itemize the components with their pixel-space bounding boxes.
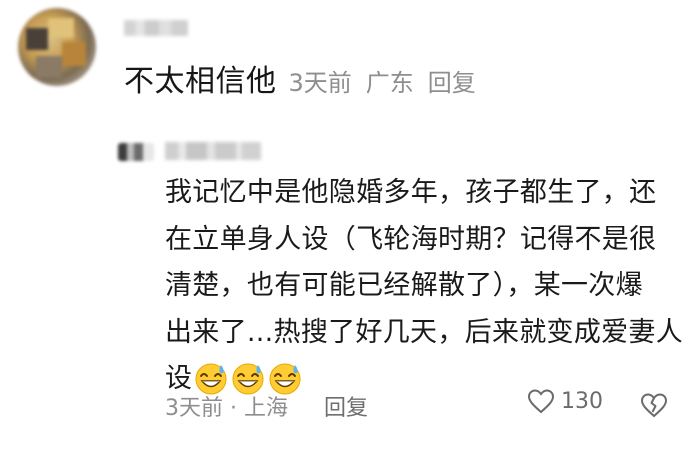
replier-name-blurred[interactable]	[165, 142, 261, 160]
reply-text: 我记忆中是他隐婚多年，孩子都生了，还 在立单身人设（飞轮海时期？记得不是很 清楚…	[165, 170, 684, 403]
replier-avatar[interactable]	[118, 143, 154, 161]
comment-text: 不太相信他	[124, 64, 277, 99]
main-comment: 不太相信他 3天前 广东 回复	[124, 56, 476, 99]
like-count: 130	[561, 388, 603, 414]
reply-line: 我记忆中是他隐婚多年，孩子都生了，还	[165, 177, 657, 208]
like-button[interactable]: 130	[527, 388, 603, 414]
comment-time: 3天前	[288, 69, 352, 97]
comment-location: 广东	[365, 69, 414, 97]
reply-line: 出来了...热搜了好几天，后来就变成爱妻人	[165, 316, 684, 348]
reply-line: 在立单身人设（飞轮海时期？记得不是很	[165, 223, 657, 255]
reply-time-location: 3天前 · 上海	[165, 396, 288, 421]
commenter-name-blurred[interactable]	[124, 20, 188, 36]
reply-meta: 3天前 · 上海 回复	[165, 390, 368, 422]
broken-heart-outline-icon[interactable]	[640, 392, 668, 422]
commenter-avatar[interactable]	[18, 8, 96, 86]
comment-reply-button[interactable]: 回复	[428, 63, 476, 98]
reply-reply-button[interactable]: 回复	[324, 390, 368, 422]
heart-outline-icon[interactable]	[527, 388, 555, 414]
reply-line: 清楚，也有可能已经解散了），某一次爆	[165, 270, 643, 301]
